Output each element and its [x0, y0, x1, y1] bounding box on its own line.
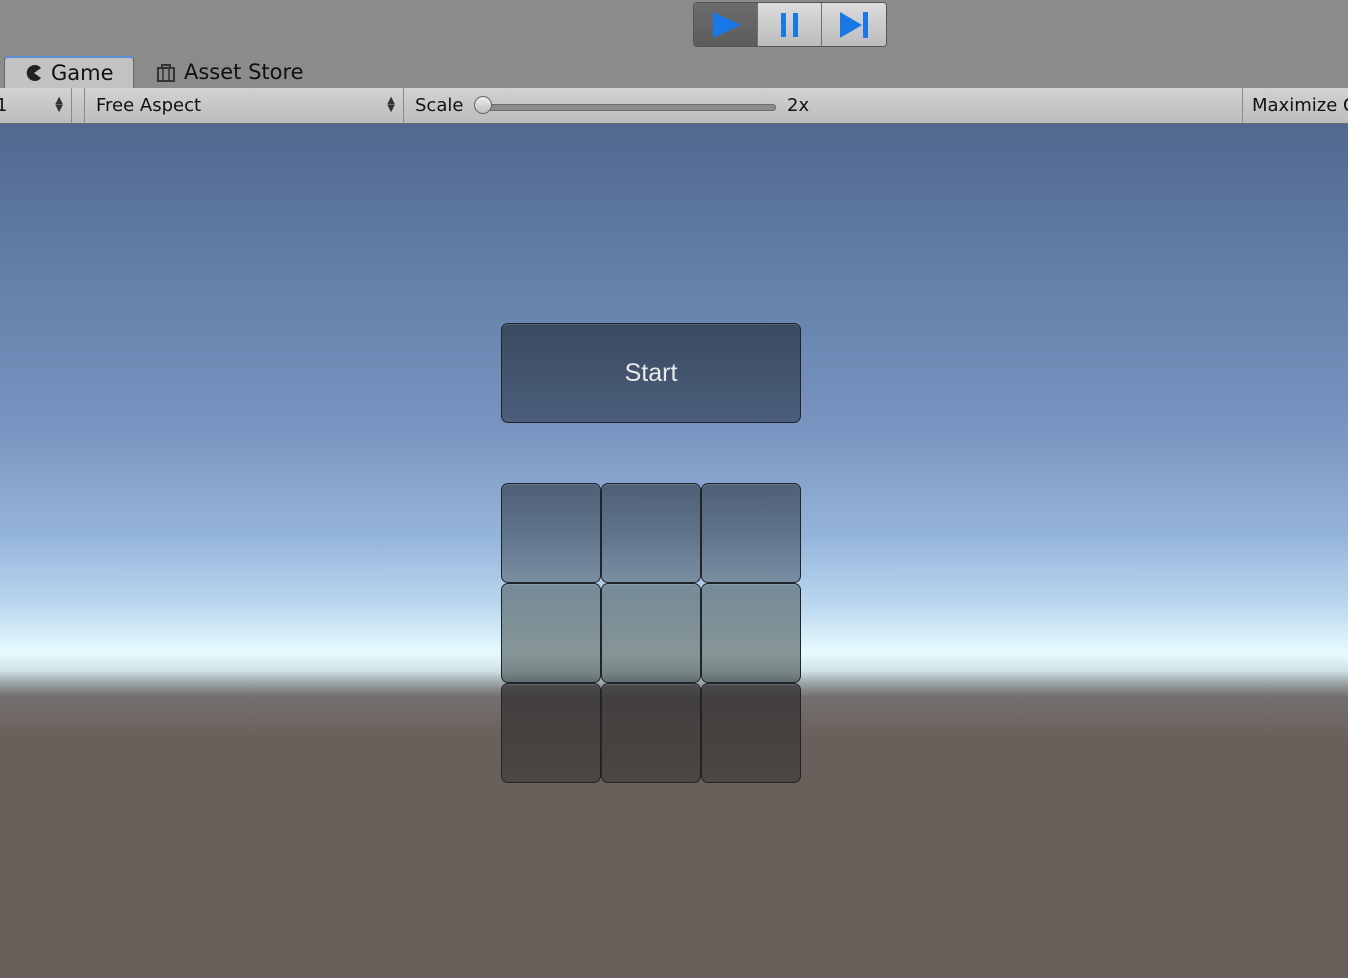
game-view-controls: 1 ▲▼ Free Aspect ▲▼ Scale 2x Maximize On… — [0, 88, 1348, 124]
tab-asset-store[interactable]: Asset Store — [154, 56, 324, 88]
game-viewport: Start — [0, 124, 1348, 978]
tab-game[interactable]: Game — [4, 56, 134, 88]
grid-cell-0-1[interactable] — [601, 483, 701, 583]
updown-arrows-icon: ▲ ▼ — [387, 95, 395, 114]
unity-editor-window: Game Asset Store 1 ▲ ▼ Free Aspect ▲ ▼ Sca… — [0, 0, 1348, 978]
pause-icon — [777, 11, 803, 39]
start-button[interactable]: Start — [501, 323, 801, 423]
display-dropdown[interactable]: 1 ▲ ▼ — [0, 88, 72, 123]
maximize-on-play-toggle[interactable]: Maximize On Play — [1242, 88, 1348, 123]
aspect-dropdown[interactable]: Free Aspect ▲ ▼ — [84, 88, 404, 123]
grid-cell-0-0[interactable] — [501, 483, 601, 583]
grid-cell-2-1[interactable] — [601, 683, 701, 783]
scale-label: Scale — [415, 95, 464, 116]
slider-thumb[interactable] — [474, 96, 492, 114]
grid-cell-2-2[interactable] — [701, 683, 801, 783]
grid-cell-1-2[interactable] — [701, 583, 801, 683]
play-toolbar — [0, 0, 1348, 56]
play-icon — [709, 10, 743, 40]
slider-track[interactable] — [482, 104, 776, 111]
grid-cell-2-0[interactable] — [501, 683, 601, 783]
pacman-icon — [25, 64, 43, 82]
tab-bar: Game Asset Store — [0, 56, 1348, 88]
step-button[interactable] — [822, 3, 886, 46]
tab-game-label: Game — [51, 61, 114, 85]
pause-button[interactable] — [758, 3, 822, 46]
grid-cell-1-1[interactable] — [601, 583, 701, 683]
play-controls — [693, 2, 887, 47]
step-icon — [837, 10, 871, 40]
grid-cell-1-0[interactable] — [501, 583, 601, 683]
button-grid — [501, 483, 801, 783]
scale-slider[interactable] — [474, 88, 776, 123]
tab-asset-store-label: Asset Store — [184, 60, 304, 84]
display-value: 1 — [0, 95, 8, 116]
updown-arrows-icon: ▲ ▼ — [55, 95, 63, 114]
aspect-value: Free Aspect — [96, 95, 202, 116]
grid-cell-0-2[interactable] — [701, 483, 801, 583]
play-button[interactable] — [694, 3, 758, 46]
scale-value: 2x — [787, 95, 810, 116]
shopping-bag-icon — [156, 62, 176, 82]
